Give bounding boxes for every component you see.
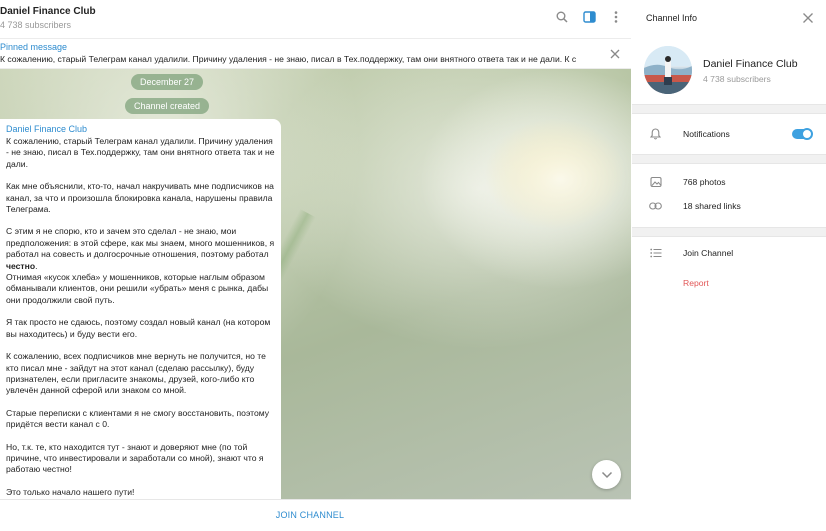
join-channel-row[interactable]: Join Channel — [632, 242, 826, 264]
message-paragraph: К сожалению, старый Телеграм канал удали… — [6, 136, 275, 169]
message-paragraph: Но, т.к. те, кто находится тут - знают и… — [6, 441, 264, 475]
search-icon[interactable] — [555, 10, 569, 24]
sidebar-toggle-icon[interactable] — [582, 10, 596, 24]
message-author[interactable]: Daniel Finance Club — [6, 124, 275, 134]
message-paragraph: С этим я не спорю, кто и зачем это сдела… — [6, 226, 275, 306]
channel-subscribers: 4 738 subscribers — [703, 74, 771, 84]
shared-links-row[interactable]: 18 shared links — [632, 195, 826, 217]
shared-links-label: 18 shared links — [683, 201, 741, 211]
report-row[interactable]: Report — [632, 272, 826, 294]
message-text: . — [35, 260, 38, 271]
pinned-message-bar[interactable]: Pinned message К сожалению, старый Телег… — [0, 38, 631, 69]
channel-info-panel: Channel Info Daniel Finance Club 4 738 s… — [632, 0, 826, 531]
notifications-label: Notifications — [683, 129, 730, 139]
notifications-toggle[interactable] — [792, 128, 813, 140]
section-divider — [632, 104, 826, 114]
composer-bar: JOIN CHANNEL — [0, 499, 631, 531]
chevron-down-icon — [601, 466, 613, 484]
message-paragraph: К сожалению, всех подписчиков мне вернут… — [6, 351, 266, 396]
date-badge: December 27 — [131, 74, 204, 90]
photos-row[interactable]: 768 photos — [632, 171, 826, 193]
pinned-title: Pinned message — [0, 42, 68, 52]
channel-created-badge: Channel created — [125, 98, 210, 114]
channel-name: Daniel Finance Club — [703, 58, 798, 70]
list-icon — [649, 247, 662, 260]
message-paragraph: Это только начало нашего пути! — [6, 486, 135, 497]
info-panel-title: Channel Info — [646, 13, 698, 23]
section-divider — [632, 154, 826, 164]
pinned-text: К сожалению, старый Телеграм канал удали… — [0, 54, 577, 64]
chat-header[interactable]: Daniel Finance Club 4 738 subscribers — [0, 0, 631, 38]
join-channel-label: Join Channel — [683, 248, 734, 258]
photo-icon — [649, 176, 662, 189]
header-actions — [555, 10, 623, 24]
chat-title[interactable]: Daniel Finance Club — [0, 6, 96, 17]
scroll-down-button[interactable] — [592, 460, 621, 489]
notifications-row[interactable]: Notifications — [632, 123, 826, 145]
photos-label: 768 photos — [683, 177, 726, 187]
message-paragraph: Старые переписки с клиентами я не смогу … — [6, 407, 270, 430]
message-bubble[interactable]: Daniel Finance Club К сожалению, старый … — [0, 119, 281, 499]
report-label: Report — [683, 278, 709, 288]
link-icon — [649, 200, 662, 213]
avatar[interactable] — [644, 46, 692, 94]
message-paragraph: Я так просто не сдаюсь, поэтому создал н… — [6, 317, 271, 339]
chat-column: Daniel Finance Club 4 738 subscribers Pi… — [0, 0, 631, 531]
message-text: Отнимая «кусок хлеба» у мошенников, кото… — [6, 272, 269, 305]
more-vertical-icon[interactable] — [609, 10, 623, 24]
chat-subscribers: 4 738 subscribers — [0, 20, 72, 30]
section-divider — [632, 227, 826, 237]
message-bold-text: честно — [6, 260, 36, 271]
bell-icon — [649, 128, 662, 141]
message-text: С этим я не спорю, кто и зачем это сдела… — [6, 226, 275, 260]
close-icon[interactable] — [802, 11, 814, 23]
close-icon[interactable] — [609, 47, 621, 59]
join-channel-button[interactable]: JOIN CHANNEL — [0, 500, 620, 531]
message-paragraph: Как мне объяснили, кто-то, начал накручи… — [6, 181, 274, 215]
